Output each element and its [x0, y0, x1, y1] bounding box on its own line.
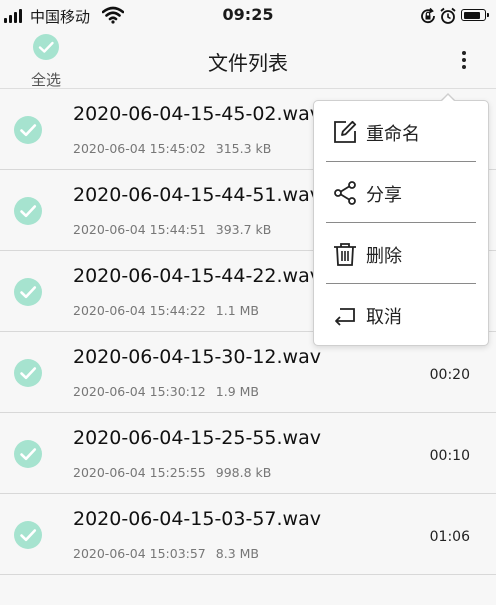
file-date: 2020-06-04 15:45:02	[73, 141, 206, 156]
menu-arrow-fill	[441, 95, 455, 102]
file-meta: 2020-06-04 15:30:12 1.9 MB	[73, 384, 259, 399]
file-size: 8.3 MB	[215, 546, 259, 561]
header: 全选 文件列表	[0, 32, 496, 89]
file-name: 2020-06-04-15-03-57.wav	[73, 508, 321, 530]
menu-item-label: 取消	[366, 307, 402, 328]
alarm-icon	[440, 7, 456, 24]
file-name: 2020-06-04-15-30-12.wav	[73, 346, 321, 368]
file-row[interactable]: 2020-06-04-15-03-57.wav 2020-06-04 15:03:…	[0, 494, 496, 575]
context-menu: 重命名 分享 删除 取消	[313, 100, 489, 346]
file-meta: 2020-06-04 15:44:22 1.1 MB	[73, 303, 259, 318]
file-date: 2020-06-04 15:44:22	[73, 303, 206, 318]
return-icon	[335, 308, 355, 326]
file-meta: 2020-06-04 15:03:57 8.3 MB	[73, 546, 259, 561]
check-circle-icon[interactable]	[14, 440, 42, 468]
file-date: 2020-06-04 15:44:51	[73, 222, 206, 237]
edit-icon	[334, 120, 357, 143]
file-size: 393.7 kB	[215, 222, 272, 237]
check-circle-icon[interactable]	[14, 116, 42, 144]
file-size: 315.3 kB	[215, 141, 272, 156]
trash-icon	[334, 243, 356, 266]
file-duration: 00:10	[429, 448, 470, 464]
file-size: 1.1 MB	[215, 303, 259, 318]
file-name: 2020-06-04-15-44-51.wav	[73, 184, 321, 206]
more-vertical-icon	[462, 51, 466, 55]
file-meta: 2020-06-04 15:44:51 393.7 kB	[73, 222, 271, 237]
file-date: 2020-06-04 15:30:12	[73, 384, 206, 399]
page-title: 文件列表	[208, 51, 288, 75]
battery-icon	[461, 9, 489, 21]
check-circle-icon[interactable]	[14, 521, 42, 549]
file-row[interactable]: 2020-06-04-15-25-55.wav 2020-06-04 15:25:…	[0, 413, 496, 494]
file-meta: 2020-06-04 15:25:55 998.8 kB	[73, 465, 271, 480]
menu-item-share[interactable]: 分享	[326, 162, 476, 222]
share-icon	[334, 181, 356, 205]
check-circle-icon[interactable]	[14, 197, 42, 225]
more-options-button[interactable]	[450, 46, 478, 74]
file-duration: 00:20	[429, 367, 470, 383]
orientation-lock-icon	[421, 7, 435, 24]
file-size: 998.8 kB	[215, 465, 272, 480]
file-name: 2020-06-04-15-45-02.wav	[73, 103, 321, 125]
menu-item-rename[interactable]: 重命名	[326, 101, 476, 161]
check-circle-icon[interactable]	[14, 278, 42, 306]
file-name: 2020-06-04-15-25-55.wav	[73, 427, 321, 449]
file-size: 1.9 MB	[215, 384, 259, 399]
menu-item-label: 删除	[366, 246, 402, 267]
menu-item-delete[interactable]: 删除	[326, 223, 476, 283]
file-duration: 01:06	[429, 529, 470, 545]
file-meta: 2020-06-04 15:45:02 315.3 kB	[73, 141, 271, 156]
status-bar: 中国移动 09:25	[0, 0, 496, 32]
file-name: 2020-06-04-15-44-22.wav	[73, 265, 321, 287]
file-date: 2020-06-04 15:25:55	[73, 465, 206, 480]
file-date: 2020-06-04 15:03:57	[73, 546, 206, 561]
menu-item-label: 分享	[366, 185, 402, 206]
menu-item-label: 重命名	[366, 124, 420, 145]
menu-item-cancel[interactable]: 取消	[326, 284, 476, 344]
check-circle-icon[interactable]	[14, 359, 42, 387]
